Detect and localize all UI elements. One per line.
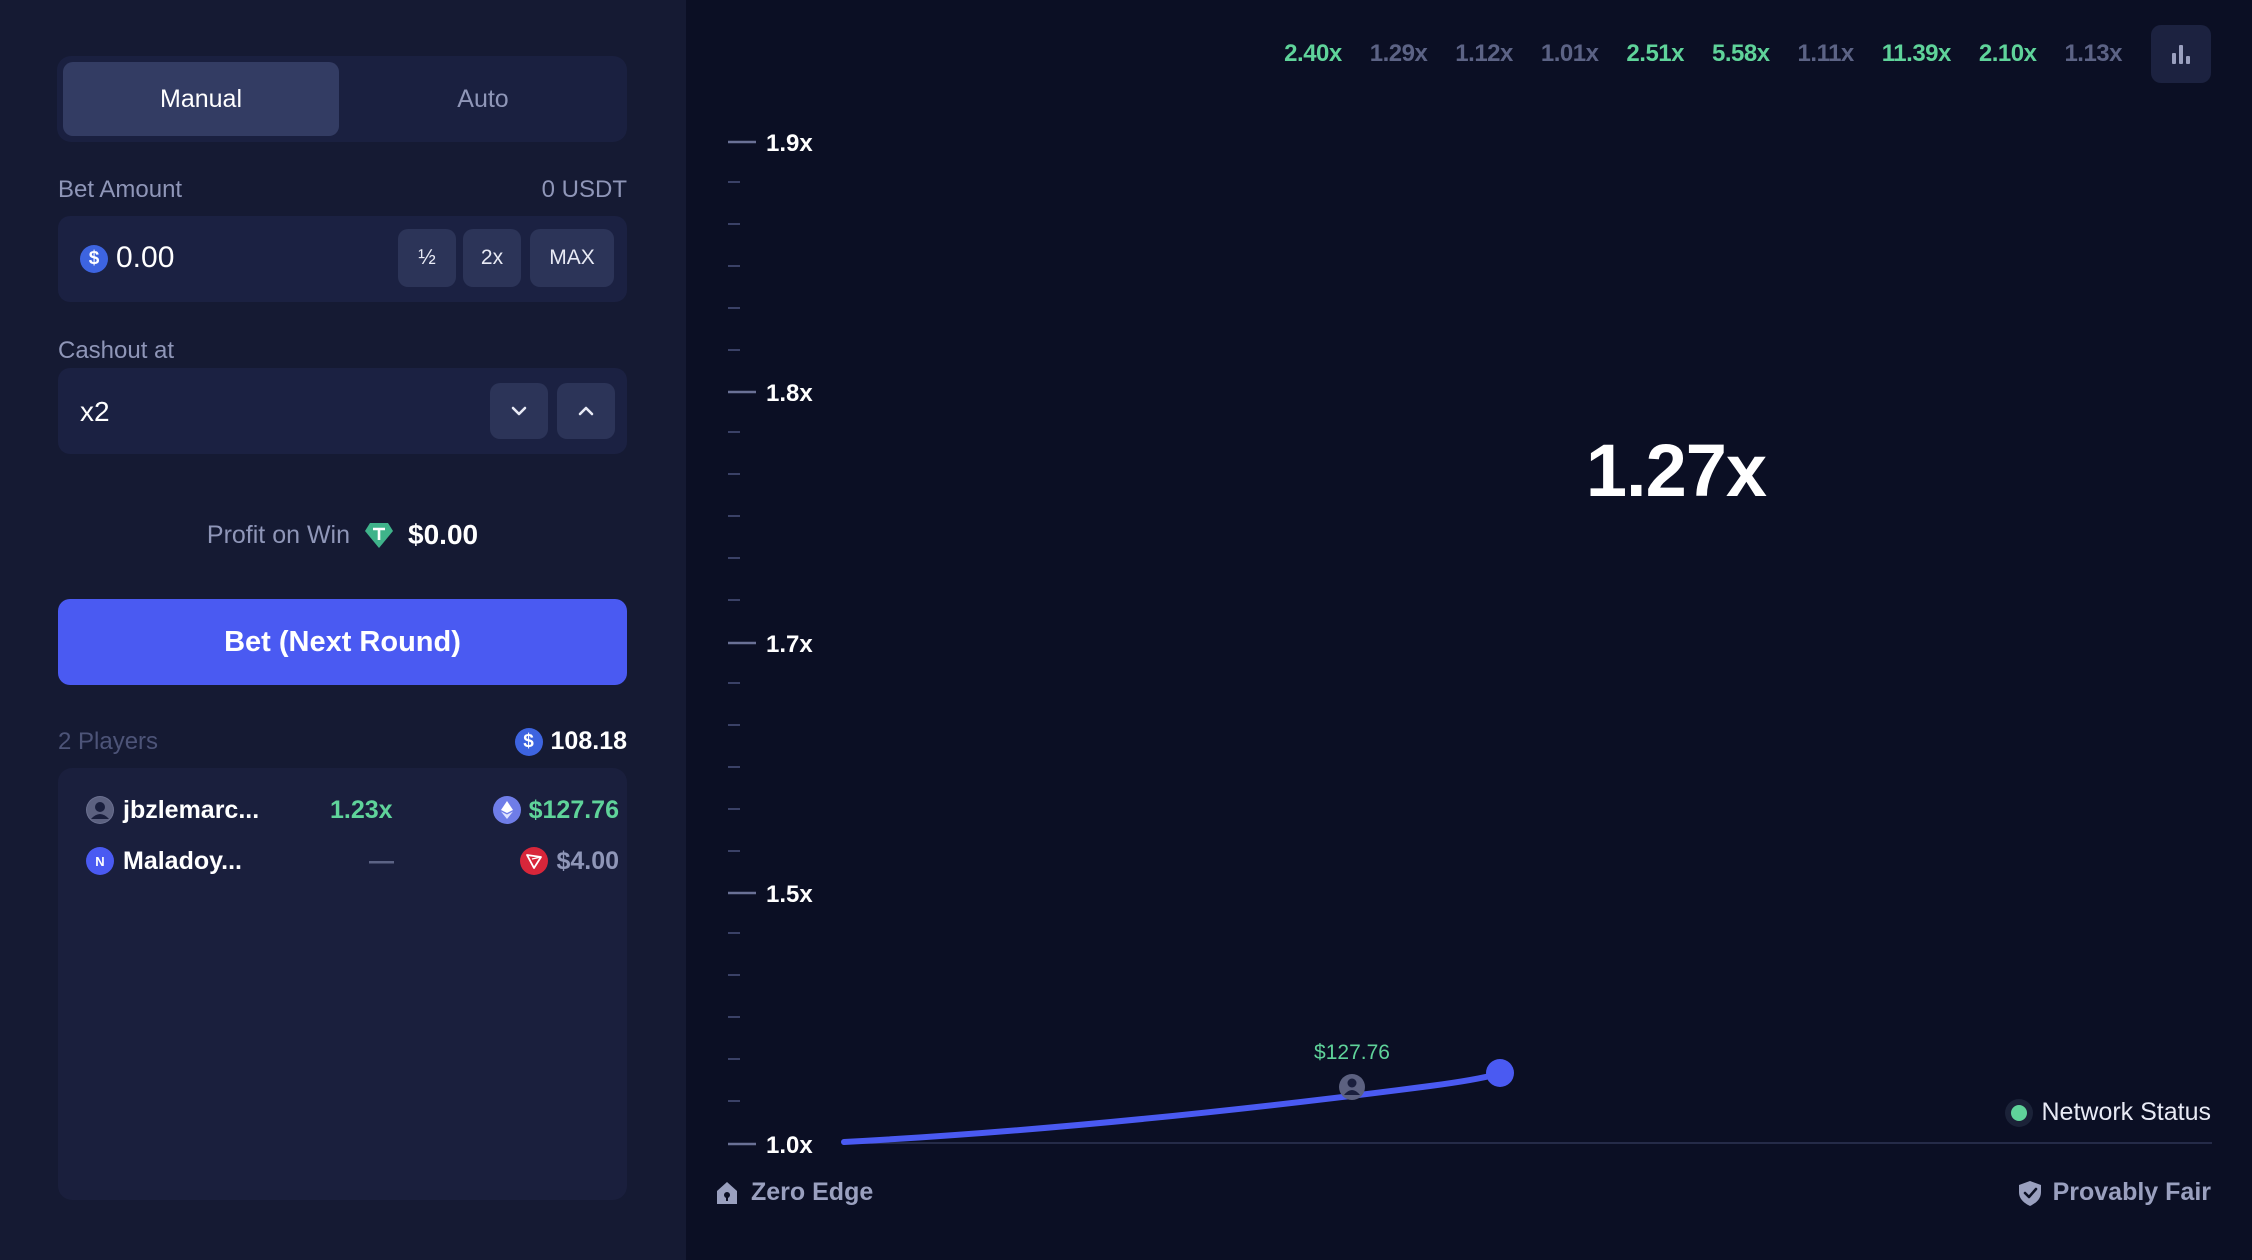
- cashout-field[interactable]: x2: [58, 368, 627, 454]
- player-amount-value: $127.76: [528, 795, 619, 824]
- players-header: 2 Players $ 108.18: [58, 727, 627, 756]
- player-amount: $127.76: [492, 795, 619, 825]
- zero-edge-label: Zero Edge: [751, 1178, 874, 1206]
- curve-head-dot: [1486, 1059, 1514, 1087]
- n-avatar-icon: N: [86, 847, 114, 875]
- bet-amount-field[interactable]: $ 0.00 ½ 2x MAX: [58, 216, 627, 302]
- axis-label: 1.0x: [766, 1132, 813, 1159]
- y-axis-labels: 1.9x 1.8x 1.7x 1.5x 1.0x: [766, 130, 813, 1159]
- player-amount-value: $4.00: [556, 846, 619, 875]
- multiplier-graph: 1.9x 1.8x 1.7x 1.5x 1.0x $127.76: [728, 130, 2212, 1159]
- half-bet-button[interactable]: ½: [398, 229, 456, 287]
- bet-amount-header: Bet Amount 0 USDT: [58, 176, 627, 204]
- player-name: jbzlemarc...: [123, 795, 260, 824]
- multiplier-curve: [841, 1071, 1501, 1145]
- tether-gem-icon: [365, 523, 394, 548]
- double-bet-button[interactable]: 2x: [463, 229, 521, 287]
- pool-total: $ 108.18: [514, 727, 627, 756]
- cashout-marker-label: $127.76: [1314, 1041, 1390, 1064]
- provably-fair-link[interactable]: Provably Fair: [2017, 1178, 2211, 1207]
- y-axis-major-ticks: [728, 140, 756, 1146]
- dollar-coin-icon: $: [80, 245, 108, 273]
- user-avatar-icon: [86, 796, 114, 824]
- bet-amount-value[interactable]: 0.00: [116, 241, 174, 275]
- shield-check-icon: [2018, 1180, 2041, 1206]
- axis-label: 1.9x: [766, 130, 813, 157]
- players-count: 2 Players: [58, 727, 159, 755]
- provably-fair-label: Provably Fair: [2052, 1178, 2211, 1206]
- bet-amount-label: Bet Amount: [58, 176, 183, 203]
- cashout-label: Cashout at: [58, 337, 175, 364]
- cashout-value[interactable]: x2: [80, 396, 110, 428]
- chevron-up-icon: [578, 406, 594, 416]
- player-row: N Maladoy... — $4.00: [58, 839, 627, 883]
- axis-label: 1.8x: [766, 380, 813, 407]
- lock-house-icon: [717, 1181, 737, 1204]
- status-dot-icon: [2011, 1104, 2028, 1121]
- network-status[interactable]: Network Status: [2011, 1098, 2211, 1127]
- dollar-coin-icon: $: [514, 727, 543, 756]
- tron-icon: [520, 847, 549, 875]
- axis-label: 1.5x: [766, 881, 813, 908]
- cashout-increase-button[interactable]: [557, 383, 615, 439]
- cashout-marker-icon: [1339, 1074, 1365, 1100]
- profit-on-win: Profit on Win $0.00: [58, 519, 627, 551]
- current-multiplier: 1.27x: [1585, 429, 1767, 512]
- bet-button[interactable]: Bet (Next Round): [58, 599, 627, 685]
- profit-value: $0.00: [408, 519, 479, 550]
- player-multiplier: 1.23x: [330, 795, 393, 824]
- game-area: 2.40x 1.29x 1.12x 1.01x 2.51x 5.58x 1.11…: [686, 0, 2252, 1260]
- ethereum-icon: [492, 796, 521, 824]
- bet-sidebar: Manual Auto Bet Amount 0 USDT $ 0.00 ½ 2…: [0, 0, 686, 1260]
- max-bet-button[interactable]: MAX: [530, 229, 614, 287]
- pool-total-value: 108.18: [550, 727, 627, 755]
- crash-game-app: Manual Auto Bet Amount 0 USDT $ 0.00 ½ 2…: [0, 0, 2252, 1260]
- player-multiplier: —: [369, 846, 394, 875]
- network-status-label: Network Status: [2041, 1098, 2211, 1126]
- tab-manual[interactable]: Manual: [63, 62, 339, 136]
- mode-tabs: Manual Auto: [57, 56, 627, 142]
- player-row: jbzlemarc... 1.23x $127.76: [58, 788, 627, 832]
- chevron-down-icon: [511, 406, 527, 416]
- tab-auto[interactable]: Auto: [345, 62, 621, 136]
- player-amount: $4.00: [520, 847, 619, 876]
- cashout-header: Cashout at: [58, 337, 627, 365]
- player-name: Maladoy...: [123, 846, 243, 875]
- axis-label: 1.7x: [766, 631, 813, 658]
- zero-edge-link[interactable]: Zero Edge: [713, 1178, 873, 1207]
- players-list: jbzlemarc... 1.23x $127.76 N Maladoy... …: [58, 768, 627, 1200]
- balance-value: 0 USDT: [541, 176, 627, 203]
- profit-label: Profit on Win: [206, 520, 351, 549]
- cashout-decrease-button[interactable]: [490, 383, 548, 439]
- y-axis-ticks: [728, 181, 740, 1102]
